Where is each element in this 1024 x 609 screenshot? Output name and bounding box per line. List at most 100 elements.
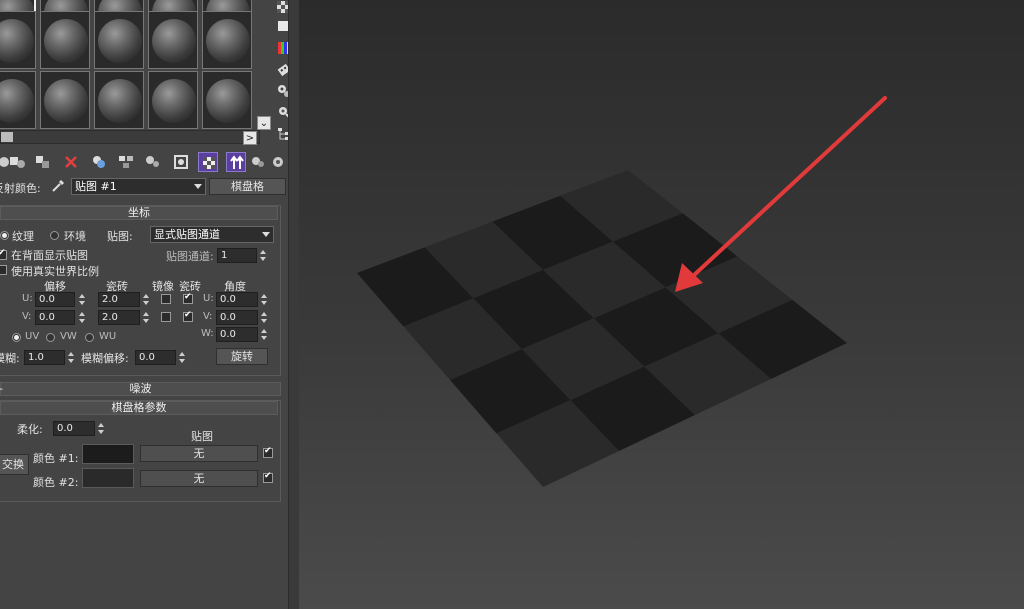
- checker-params-header[interactable]: 棋盘格参数: [0, 401, 278, 415]
- map-channel-input[interactable]: 1: [217, 248, 257, 263]
- real-world-scale-label: 使用真实世界比例: [11, 265, 99, 278]
- color2-map-checkbox[interactable]: [263, 471, 273, 483]
- checker-params-rollout: 棋盘格参数 柔化: 0.0 贴图 交换 颜色 #1: 无 颜色 #2: 无: [0, 400, 281, 502]
- blur-input[interactable]: 1.0: [24, 350, 65, 365]
- material-slot[interactable]: [40, 71, 90, 129]
- color2-map-button[interactable]: 无: [140, 470, 258, 487]
- angle-v-label: V:: [203, 311, 213, 322]
- blur-offset-spinner[interactable]: [177, 350, 186, 365]
- map-name-field[interactable]: 贴图 #1: [71, 178, 206, 195]
- material-sphere-icon: [98, 19, 142, 63]
- offset-v-spinner[interactable]: [77, 310, 86, 325]
- real-world-scale-checkbox[interactable]: [0, 265, 7, 275]
- slots-horizontal-scrollbar[interactable]: [0, 130, 260, 144]
- go-forward-sibling-icon[interactable]: [248, 152, 268, 172]
- checker-plane[interactable]: [357, 170, 847, 487]
- tile-v-checkbox[interactable]: [183, 310, 193, 322]
- environ-radio[interactable]: [50, 231, 59, 240]
- show-shaded-icon[interactable]: [171, 152, 191, 172]
- material-sphere-icon: [0, 79, 34, 123]
- map-name-text: 贴图 #1: [75, 180, 117, 193]
- color1-label: 颜色 #1:: [33, 452, 79, 465]
- material-id-icon[interactable]: [143, 152, 163, 172]
- offset-u-spinner[interactable]: [77, 292, 86, 307]
- eyedropper-icon[interactable]: [50, 178, 66, 194]
- material-slot[interactable]: [0, 11, 36, 69]
- swap-button[interactable]: 交换: [0, 454, 29, 475]
- material-sphere-icon: [206, 19, 250, 63]
- material-slot[interactable]: [94, 11, 144, 69]
- mirror-u-checkbox[interactable]: [161, 294, 171, 304]
- material-sphere-icon: [152, 79, 196, 123]
- vw-radio[interactable]: [46, 333, 55, 342]
- show-map-in-viewport-icon[interactable]: [198, 152, 218, 172]
- color2-swatch[interactable]: [82, 468, 134, 488]
- texture-radio[interactable]: [0, 231, 9, 240]
- angle-u-input[interactable]: 0.0: [216, 292, 258, 307]
- material-slot[interactable]: [40, 11, 90, 69]
- material-slot[interactable]: [0, 71, 36, 129]
- environ-label: 环境: [64, 230, 86, 243]
- soften-spinner[interactable]: [96, 421, 105, 436]
- tiling-u-input[interactable]: 2.0: [98, 292, 140, 307]
- pick-from-object-icon[interactable]: [268, 152, 288, 172]
- soften-input[interactable]: 0.0: [53, 421, 95, 436]
- angle-w-spinner[interactable]: [259, 327, 268, 342]
- coordinates-rollout-header[interactable]: 坐标: [0, 206, 278, 220]
- mirror-v-checkbox[interactable]: [161, 312, 171, 322]
- texture-label: 纹理: [12, 230, 34, 243]
- scrollbar-thumb[interactable]: [1, 132, 13, 142]
- red-arrow-annotation: [675, 96, 887, 292]
- angle-w-input[interactable]: 0.0: [216, 327, 258, 342]
- material-slot[interactable]: [94, 71, 144, 129]
- map-type-button[interactable]: 棋盘格: [209, 178, 286, 195]
- 3d-viewport[interactable]: [299, 0, 1024, 609]
- put-to-scene-icon[interactable]: [7, 152, 27, 172]
- material-slot[interactable]: [202, 71, 252, 129]
- material-toolbar: [0, 150, 288, 174]
- material-slot[interactable]: [202, 11, 252, 69]
- wu-radio[interactable]: [85, 333, 94, 342]
- rotate-button[interactable]: 旋转: [216, 348, 268, 365]
- tiling-u-spinner[interactable]: [141, 292, 150, 307]
- assign-to-selection-icon[interactable]: [33, 152, 53, 172]
- material-sphere-icon: [152, 19, 196, 63]
- mapping-value: 显式贴图通道: [154, 228, 220, 241]
- offset-u-input[interactable]: 0.0: [35, 292, 75, 307]
- coordinates-rollout: 坐标 纹理 环境 贴图: 显式贴图通道 在背面显示贴图 贴图通道: 1 使用真实…: [0, 205, 281, 376]
- wu-label: WU: [99, 331, 117, 342]
- material-editor-panel: ⌄ > 反射颜色: 贴图 #1 棋盘格 坐标 纹理 环境 贴图:: [0, 0, 292, 609]
- color1-map-checkbox[interactable]: [263, 446, 273, 458]
- blur-spinner[interactable]: [66, 350, 75, 365]
- color1-swatch[interactable]: [82, 444, 134, 464]
- show-map-on-back-label: 在背面显示贴图: [11, 249, 88, 262]
- delete-icon[interactable]: [61, 152, 81, 172]
- material-slot[interactable]: [148, 71, 198, 129]
- tile-u-checkbox[interactable]: [183, 292, 193, 304]
- make-unique-icon[interactable]: [89, 152, 109, 172]
- mapping-dropdown[interactable]: 显式贴图通道: [150, 226, 274, 243]
- scroll-down-button[interactable]: ⌄: [257, 116, 271, 130]
- angle-v-input[interactable]: 0.0: [216, 310, 258, 325]
- chevron-down-icon: [262, 232, 270, 237]
- show-map-on-back-checkbox[interactable]: [0, 248, 7, 260]
- maps-header: 贴图: [191, 430, 213, 443]
- scroll-right-button[interactable]: >: [243, 131, 257, 145]
- angle-u-spinner[interactable]: [259, 292, 268, 307]
- go-to-parent-icon[interactable]: [226, 152, 246, 172]
- put-to-library-icon[interactable]: [116, 152, 136, 172]
- map-channel-spinner[interactable]: [258, 248, 267, 263]
- color1-map-button[interactable]: 无: [140, 445, 258, 462]
- offset-v-input[interactable]: 0.0: [35, 310, 75, 325]
- tiling-v-spinner[interactable]: [141, 310, 150, 325]
- mapping-label: 贴图:: [107, 230, 133, 243]
- soften-label: 柔化:: [17, 423, 43, 436]
- uv-radio[interactable]: [12, 333, 21, 342]
- viewport-scene: [357, 96, 887, 487]
- noise-rollout-header[interactable]: - 噪波: [0, 382, 281, 396]
- blur-offset-input[interactable]: 0.0: [135, 350, 176, 365]
- blur-offset-label: 模糊偏移:: [81, 352, 129, 365]
- material-slot[interactable]: [148, 11, 198, 69]
- tiling-v-input[interactable]: 2.0: [98, 310, 140, 325]
- angle-v-spinner[interactable]: [259, 310, 268, 325]
